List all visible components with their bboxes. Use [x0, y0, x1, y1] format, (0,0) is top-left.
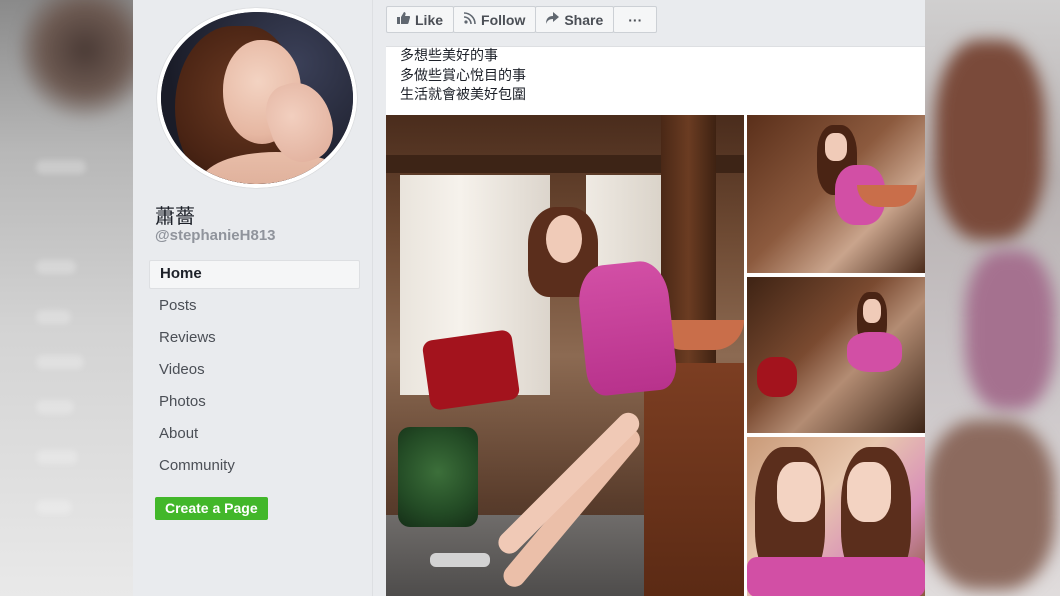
left-sidebar: 蕭薔 @stephanieH813 Home Posts Reviews Vid…	[133, 0, 373, 596]
share-arrow-icon	[546, 12, 560, 27]
thumb-face-shape	[847, 462, 891, 522]
post-photo-thumbnail[interactable]	[747, 437, 925, 596]
post-text-line: 多想些美好的事	[400, 48, 498, 64]
thumb-dress-shape	[847, 332, 902, 372]
blurred-photo-shape	[965, 250, 1055, 410]
post-card: 多想些美好的事 多做些賞心悅目的事 生活就會被美好包圍	[386, 46, 925, 596]
thumb-face-shape	[825, 133, 847, 161]
blurred-text-line	[36, 260, 76, 274]
post-text: 多想些美好的事 多做些賞心悅目的事 生活就會被美好包圍	[400, 47, 526, 106]
more-dots-icon: ···	[628, 11, 643, 28]
blurred-text-line	[36, 355, 84, 369]
post-text-line: 生活就會被美好包圍	[400, 87, 526, 103]
photo-shoe-shape	[430, 553, 490, 567]
nav-item-videos[interactable]: Videos	[149, 356, 360, 388]
nav-item-community[interactable]: Community	[149, 452, 360, 484]
main-column: Like Follow Share ··· 多想些美好的事 多做些賞心悅目的事 …	[374, 0, 925, 596]
page-name[interactable]: 蕭薔	[155, 200, 195, 229]
nav-item-photos[interactable]: Photos	[149, 388, 360, 420]
share-button[interactable]: Share	[535, 6, 615, 33]
blurred-text-line	[36, 310, 71, 324]
post-photo-main[interactable]	[386, 115, 744, 596]
blurred-background-right	[925, 0, 1060, 596]
photo-face-shape	[546, 215, 582, 263]
blurred-photo-shape	[925, 420, 1055, 590]
page-handle[interactable]: @stephanieH813	[155, 227, 276, 244]
create-page-button[interactable]: Create a Page	[155, 497, 268, 520]
photo-drum-shape	[398, 427, 478, 527]
blurred-text-line	[36, 500, 72, 514]
post-photo-thumbnail[interactable]	[747, 115, 925, 273]
photo-table-shape	[644, 363, 744, 596]
thumbs-up-icon	[397, 12, 411, 27]
photo-dress-shape	[575, 258, 679, 398]
follow-label: Follow	[481, 11, 526, 28]
page-nav: Home Posts Reviews Videos Photos About C…	[149, 260, 360, 484]
thumb-face-shape	[777, 462, 821, 522]
thumb-face-shape	[863, 299, 881, 323]
thumb-pillow-shape	[757, 357, 797, 397]
nav-item-reviews[interactable]: Reviews	[149, 324, 360, 356]
photo-pillow-shape	[421, 329, 521, 411]
follow-button[interactable]: Follow	[453, 6, 537, 33]
more-button[interactable]: ···	[613, 6, 658, 33]
rss-icon	[463, 12, 476, 27]
blurred-profile-shape	[20, 0, 133, 120]
post-text-line: 多做些賞心悅目的事	[400, 67, 526, 84]
blurred-text-line	[36, 400, 74, 414]
post-photo-thumbnail[interactable]	[747, 277, 925, 433]
page-actions-bar: Like Follow Share ···	[386, 6, 658, 33]
profile-picture[interactable]	[157, 8, 357, 188]
nav-item-about[interactable]: About	[149, 420, 360, 452]
thumb-dress-shape	[747, 557, 925, 596]
blurred-photo-shape	[935, 40, 1045, 240]
like-label: Like	[415, 11, 444, 28]
nav-item-posts[interactable]: Posts	[149, 292, 360, 324]
facebook-page: 蕭薔 @stephanieH813 Home Posts Reviews Vid…	[133, 0, 925, 596]
blurred-background-left	[0, 0, 133, 596]
blurred-text-line	[36, 450, 78, 464]
nav-item-home[interactable]: Home	[149, 260, 360, 289]
share-label: Share	[564, 11, 604, 28]
blurred-text-line	[36, 160, 86, 174]
like-button[interactable]: Like	[386, 6, 455, 33]
